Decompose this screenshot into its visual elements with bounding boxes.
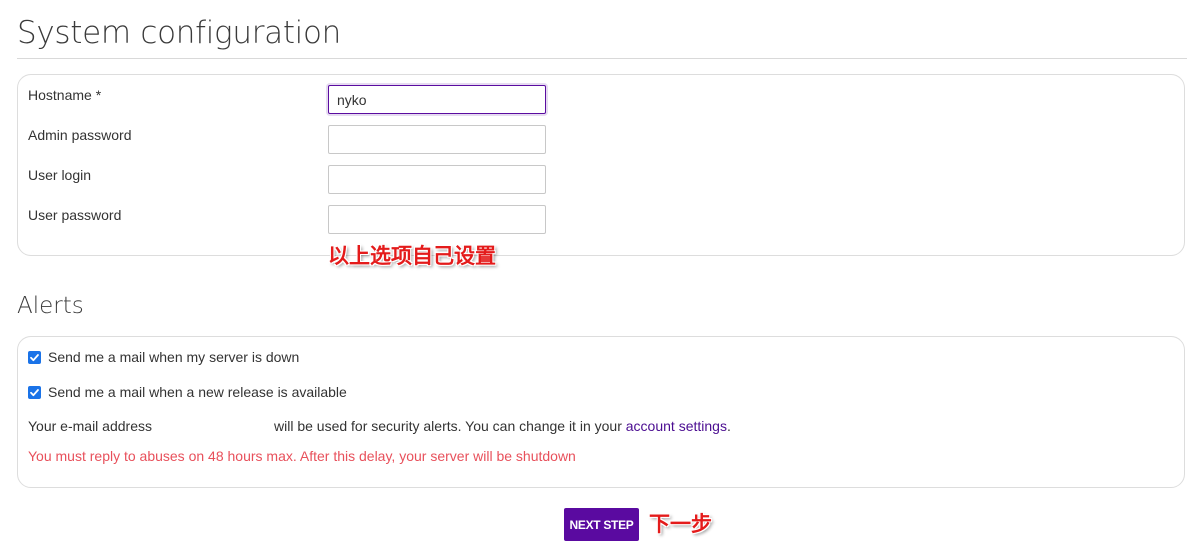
new-release-label: Send me a mail when a new release is ava… [48,384,347,400]
checkmark-icon [30,353,39,361]
title-divider [17,58,1187,59]
next-step-button[interactable]: NEXT STEP [564,508,639,541]
admin-password-input[interactable] [328,125,546,154]
server-down-alert-option[interactable]: Send me a mail when my server is down [28,349,299,365]
page-title: System configuration [17,15,342,51]
user-login-input[interactable] [328,165,546,194]
server-down-label: Send me a mail when my server is down [48,349,300,365]
email-notice-suffix: will be used for security alerts. You ca… [274,418,622,434]
email-notice-prefix: Your e-mail address [28,418,152,434]
alerts-title: Alerts [17,293,84,319]
hostname-label: Hostname * [28,87,102,103]
email-notice-end: . [726,418,731,434]
account-settings-link[interactable]: account settings [626,418,727,434]
next-step-annotation: 下一步 [649,512,712,536]
settings-annotation: 以上选项自己设置 [328,244,496,268]
new-release-checkbox[interactable] [28,385,41,399]
user-password-label: User password [28,207,122,223]
server-down-checkbox[interactable] [28,350,41,364]
email-notice: Your e-mail address will be used for secu… [28,418,731,434]
user-login-label: User login [28,167,92,183]
hostname-input[interactable] [328,85,546,114]
user-password-input[interactable] [328,205,546,234]
admin-password-label: Admin password [28,127,132,143]
config-panel [17,74,1185,256]
checkmark-icon [30,388,39,396]
new-release-alert-option[interactable]: Send me a mail when a new release is ava… [28,384,347,400]
abuse-warning: You must reply to abuses on 48 hours max… [28,448,576,464]
